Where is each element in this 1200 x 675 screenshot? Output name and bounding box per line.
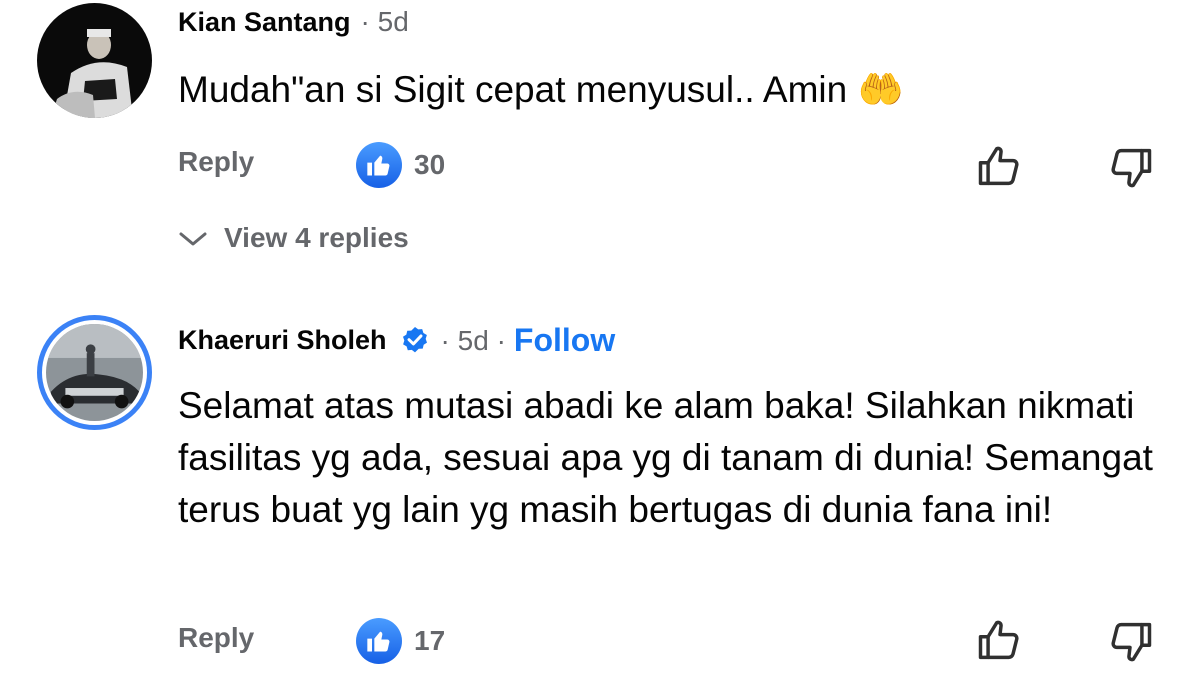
praying-hands-emoji: 🤲 <box>857 68 904 111</box>
thumbs-up-icon[interactable] <box>974 140 1026 192</box>
timestamp: · 5d · <box>440 324 506 356</box>
thumbs-up-icon[interactable] <box>974 614 1026 666</box>
comment-text: Selamat atas mutasi abadi ke alam baka! … <box>178 385 1153 530</box>
comment-text: Mudah"an si Sigit cepat menyusul.. Amin … <box>178 64 1168 116</box>
thumbs-down-icon[interactable] <box>1104 616 1156 668</box>
view-replies-label: View 4 replies <box>224 222 409 253</box>
like-reaction-icon <box>356 142 402 188</box>
verified-badge-icon <box>399 325 431 357</box>
like-count: 30 <box>414 149 446 180</box>
like-summary[interactable]: 17 <box>356 618 445 664</box>
reply-button[interactable]: Reply <box>178 146 254 178</box>
comment-header: Kian Santang · 5d <box>178 6 409 38</box>
comment-header: Khaeruri Sholeh · 5d · Follow <box>178 322 615 359</box>
avatar-image <box>37 3 152 118</box>
reply-button[interactable]: Reply <box>178 622 254 654</box>
like-reaction-icon <box>356 618 402 664</box>
author-name[interactable]: Kian Santang <box>178 7 351 38</box>
timestamp: · 5d <box>360 6 409 37</box>
author-name[interactable]: Khaeruri Sholeh <box>178 325 387 356</box>
chevron-down-icon <box>179 232 207 246</box>
avatar[interactable] <box>37 3 152 118</box>
thumbs-down-icon[interactable] <box>1104 142 1156 194</box>
avatar-image <box>46 324 143 421</box>
like-summary[interactable]: 30 <box>356 142 445 188</box>
view-replies-button[interactable]: View 4 replies <box>178 222 409 254</box>
comment-text-content: Mudah"an si Sigit cepat menyusul.. Amin <box>178 69 848 110</box>
follow-button[interactable]: Follow <box>514 322 615 359</box>
like-count: 17 <box>414 625 446 656</box>
avatar[interactable] <box>37 315 152 430</box>
